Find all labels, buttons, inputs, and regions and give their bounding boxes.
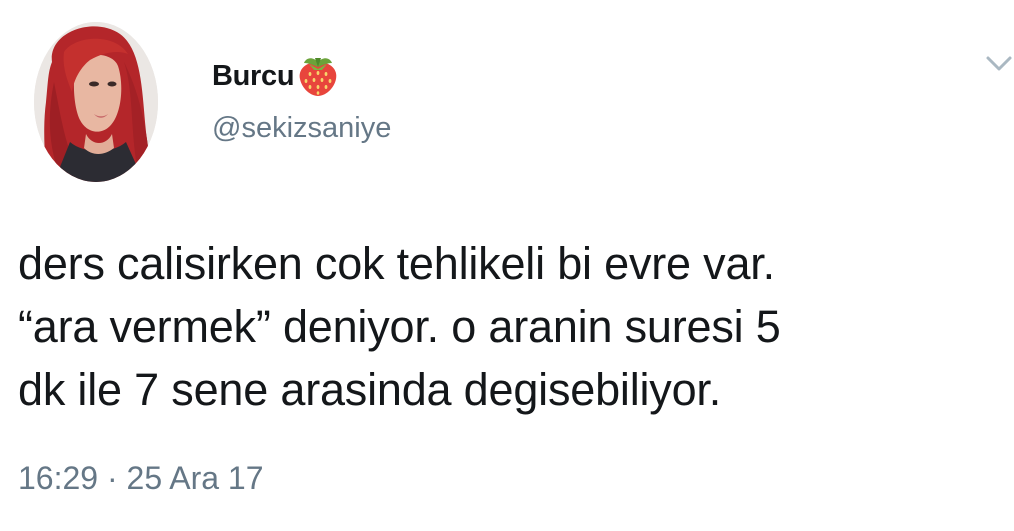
tweet-date: 25 Ara 17 bbox=[126, 460, 264, 496]
user-handle[interactable]: @sekizsaniye bbox=[212, 112, 391, 145]
tweet-card: Burcu @sekizsaniye ders calisirken cok t… bbox=[0, 0, 1014, 531]
timestamp-separator: · bbox=[106, 460, 118, 496]
tweet-menu-button[interactable] bbox=[984, 52, 1014, 78]
strawberry-icon bbox=[295, 52, 341, 98]
tweet-text-line: “ara vermek” deniyor. o aranin suresi 5 bbox=[18, 301, 781, 352]
avatar-image bbox=[34, 22, 158, 182]
avatar[interactable] bbox=[34, 22, 158, 182]
tweet-text-line: ders calisirken cok tehlikeli bi evre va… bbox=[18, 238, 775, 289]
display-name[interactable]: Burcu bbox=[212, 60, 295, 93]
chevron-down-icon bbox=[986, 56, 1012, 71]
tweet-timestamp[interactable]: 16:29 · 25 Ara 17 bbox=[18, 460, 264, 497]
tweet-time: 16:29 bbox=[18, 460, 99, 496]
tweet-text-line: dk ile 7 sene arasinda degisebiliyor. bbox=[18, 364, 722, 415]
tweet-text: ders calisirken cok tehlikeli bi evre va… bbox=[18, 232, 998, 421]
display-name-row[interactable]: Burcu bbox=[212, 56, 341, 96]
